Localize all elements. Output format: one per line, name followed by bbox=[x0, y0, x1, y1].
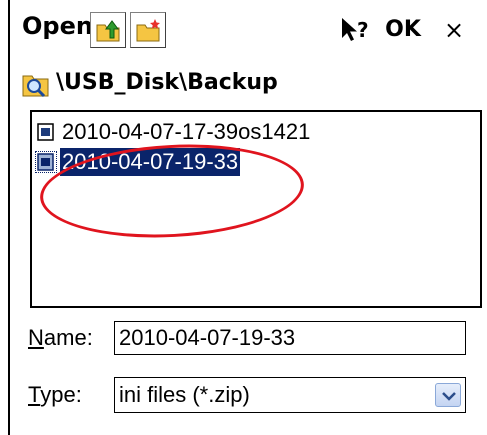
dialog-title: Open bbox=[22, 12, 93, 40]
svg-text:?: ? bbox=[357, 18, 369, 42]
file-name: 2010-04-07-17-39os1421 bbox=[62, 119, 311, 144]
type-label: Type: bbox=[28, 382, 82, 407]
new-folder-button[interactable] bbox=[130, 12, 166, 48]
title-bar: Open ? OK × bbox=[10, 0, 487, 60]
file-list[interactable]: 2010-04-07-17-39os1421 2010-04-07-19-33 bbox=[30, 110, 482, 308]
close-button[interactable]: × bbox=[434, 12, 474, 48]
file-name: 2010-04-07-19-33 bbox=[60, 148, 241, 176]
new-folder-icon bbox=[136, 19, 160, 42]
file-icon bbox=[35, 151, 57, 173]
help-button[interactable]: ? bbox=[336, 12, 376, 48]
folder-search-icon bbox=[22, 75, 49, 98]
ok-button[interactable]: OK bbox=[382, 12, 424, 48]
name-label: Name: bbox=[28, 325, 93, 350]
type-value: ini files (*.zip) bbox=[119, 382, 250, 407]
open-file-dialog: Open ? OK × \USB_Disk\Backup 2010-04-07-… bbox=[8, 0, 487, 435]
name-input[interactable] bbox=[114, 321, 466, 355]
type-select[interactable]: ini files (*.zip) bbox=[114, 377, 466, 413]
folder-up-icon bbox=[96, 20, 120, 42]
help-pointer-icon: ? bbox=[342, 18, 369, 42]
dropdown-button[interactable] bbox=[435, 383, 461, 407]
chevron-down-icon bbox=[442, 392, 456, 401]
folder-up-button[interactable] bbox=[90, 12, 126, 48]
path-label: \USB_Disk\Backup bbox=[56, 70, 278, 95]
file-icon bbox=[37, 123, 54, 141]
